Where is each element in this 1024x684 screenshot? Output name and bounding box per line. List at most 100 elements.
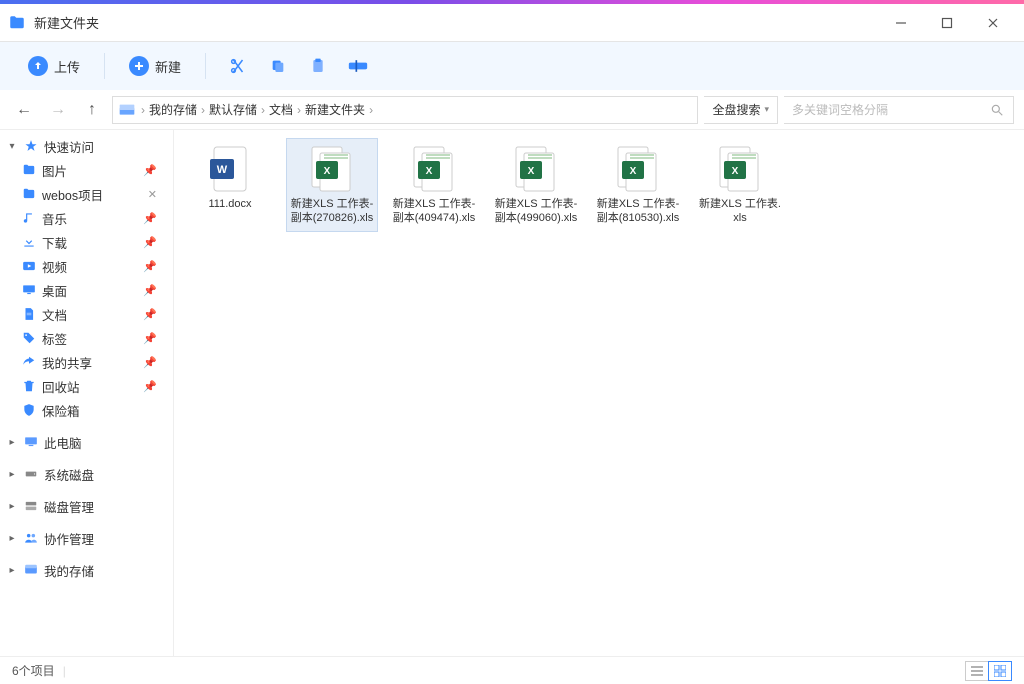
sidebar-group[interactable]: ▸ 我的存储 [0, 558, 173, 582]
file-item[interactable]: X 新建XLS 工作表-副本(409474).xls [388, 138, 480, 232]
crumb-item[interactable]: 文档 [269, 101, 293, 118]
search-button[interactable] [981, 96, 1013, 124]
minimize-button[interactable] [878, 8, 924, 38]
download-icon [20, 235, 38, 249]
music-icon [20, 211, 38, 225]
chevron-right-icon: ▸ [6, 501, 18, 512]
shield-icon [20, 403, 38, 417]
sidebar-item[interactable]: 回收站 📌 [0, 374, 173, 398]
up-button[interactable]: ↑ [78, 96, 106, 124]
sidebar-item[interactable]: 我的共享 📌 [0, 350, 173, 374]
search-scope-label: 全盘搜索 [712, 101, 760, 118]
pin-icon: 📌 [143, 260, 157, 273]
chevron-right-icon: ▸ [6, 565, 18, 576]
sidebar-quick-access[interactable]: ▾ 快速访问 [0, 134, 173, 158]
document-icon [20, 307, 38, 321]
svg-text:X: X [528, 166, 535, 177]
scissors-icon [229, 57, 247, 75]
chevron-right-icon: ▸ [6, 469, 18, 480]
crumb-item[interactable]: 新建文件夹 [305, 101, 365, 118]
copy-button[interactable] [260, 50, 296, 82]
paste-button[interactable] [300, 50, 336, 82]
breadcrumb[interactable]: › 我的存储 › 默认存储 › 文档 › 新建文件夹 › [112, 96, 698, 124]
file-item[interactable]: W 111.docx [184, 138, 276, 232]
copy-icon [270, 58, 286, 74]
search-icon [990, 103, 1004, 117]
sidebar-group[interactable]: ▸ 系统磁盘 [0, 462, 173, 486]
file-item[interactable]: X 新建XLS 工作表-副本(499060).xls [490, 138, 582, 232]
docx-icon: W [206, 145, 254, 193]
file-grid[interactable]: W 111.docxX 新建XLS 工作表-副本(270826).xlsX 新建… [174, 130, 1024, 656]
star-icon [22, 139, 40, 153]
sidebar-vault[interactable]: 保险箱 [0, 398, 173, 422]
sidebar-item-label: 快速访问 [44, 137, 173, 156]
trash-icon [20, 379, 38, 393]
file-name-label: 新建XLS 工作表-副本(810530).xls [595, 197, 681, 225]
window-title: 新建文件夹 [34, 13, 99, 32]
sidebar-group[interactable]: ▸ 此电脑 [0, 430, 173, 454]
sidebar-item[interactable]: 桌面 📌 [0, 278, 173, 302]
svg-text:X: X [426, 166, 433, 177]
maximize-button[interactable] [924, 8, 970, 38]
sidebar-item-label: 回收站 [42, 377, 139, 396]
xls-icon: X [716, 145, 764, 193]
svg-text:X: X [324, 166, 331, 177]
sidebar-item[interactable]: 音乐 📌 [0, 206, 173, 230]
item-count-label: 6个项目 [12, 662, 55, 679]
xls-icon: X [410, 145, 458, 193]
file-item[interactable]: X 新建XLS 工作表-副本(270826).xls [286, 138, 378, 232]
toolbar-divider [104, 53, 105, 79]
navbar: ← → ↑ › 我的存储 › 默认存储 › 文档 › 新建文件夹 › 全盘搜索 … [0, 90, 1024, 130]
sidebar-item[interactable]: 图片 📌 [0, 158, 173, 182]
search-box [784, 96, 1014, 124]
search-scope-dropdown[interactable]: 全盘搜索 ▾ [704, 96, 778, 124]
grid-view-button[interactable] [988, 661, 1012, 681]
sidebar-group[interactable]: ▸ 磁盘管理 [0, 494, 173, 518]
toolbar: 上传 新建 [0, 42, 1024, 90]
share-icon [20, 355, 38, 369]
sidebar-item[interactable]: 视频 📌 [0, 254, 173, 278]
svg-text:W: W [217, 164, 228, 176]
file-item[interactable]: X 新建XLS 工作表-副本(810530).xls [592, 138, 684, 232]
sidebar-item-label: 桌面 [42, 281, 139, 300]
chevron-down-icon: ▾ [764, 104, 769, 115]
svg-text:X: X [732, 166, 739, 177]
sidebar-item-label: 视频 [42, 257, 139, 276]
list-view-button[interactable] [965, 661, 989, 681]
sidebar: ▾ 快速访问 图片 📌 webos项目 ✕ 音乐 📌 下载 📌 视频 📌 桌面 … [0, 130, 174, 656]
close-button[interactable] [970, 8, 1016, 38]
tag-icon [20, 331, 38, 345]
crumb-item[interactable]: 我的存储 [149, 101, 197, 118]
sidebar-item-label: 协作管理 [44, 529, 173, 548]
sidebar-item[interactable]: webos项目 ✕ [0, 182, 173, 206]
new-label: 新建 [155, 57, 181, 76]
forward-button[interactable]: → [44, 96, 72, 124]
xls-icon: X [614, 145, 662, 193]
crumb-item[interactable]: 默认存储 [209, 101, 257, 118]
pin-icon: 📌 [143, 308, 157, 321]
upload-button[interactable]: 上传 [18, 50, 90, 82]
cut-button[interactable] [220, 50, 256, 82]
chevron-right-icon: ▸ [6, 533, 18, 544]
file-item[interactable]: X 新建XLS 工作表.xls [694, 138, 786, 232]
sidebar-item[interactable]: 标签 📌 [0, 326, 173, 350]
search-input[interactable] [784, 103, 981, 117]
sidebar-item-label: 磁盘管理 [44, 497, 173, 516]
file-name-label: 新建XLS 工作表-副本(270826).xls [289, 197, 375, 225]
upload-label: 上传 [54, 57, 80, 76]
list-icon [971, 666, 983, 676]
folder-icon [20, 187, 38, 201]
sidebar-group[interactable]: ▸ 协作管理 [0, 526, 173, 550]
sidebar-item-label: 音乐 [42, 209, 139, 228]
sidebar-item[interactable]: 下载 📌 [0, 230, 173, 254]
sidebar-item[interactable]: 文档 📌 [0, 302, 173, 326]
back-button[interactable]: ← [10, 96, 38, 124]
new-button[interactable]: 新建 [119, 50, 191, 82]
sidebar-item-label: 系统磁盘 [44, 465, 173, 484]
sidebar-item-label: 文档 [42, 305, 139, 324]
pin-icon: 📌 [143, 164, 157, 177]
file-name-label: 新建XLS 工作表-副本(409474).xls [391, 197, 477, 225]
rename-button[interactable] [340, 50, 376, 82]
sidebar-item-label: 保险箱 [42, 401, 173, 420]
pin-icon: 📌 [143, 236, 157, 249]
